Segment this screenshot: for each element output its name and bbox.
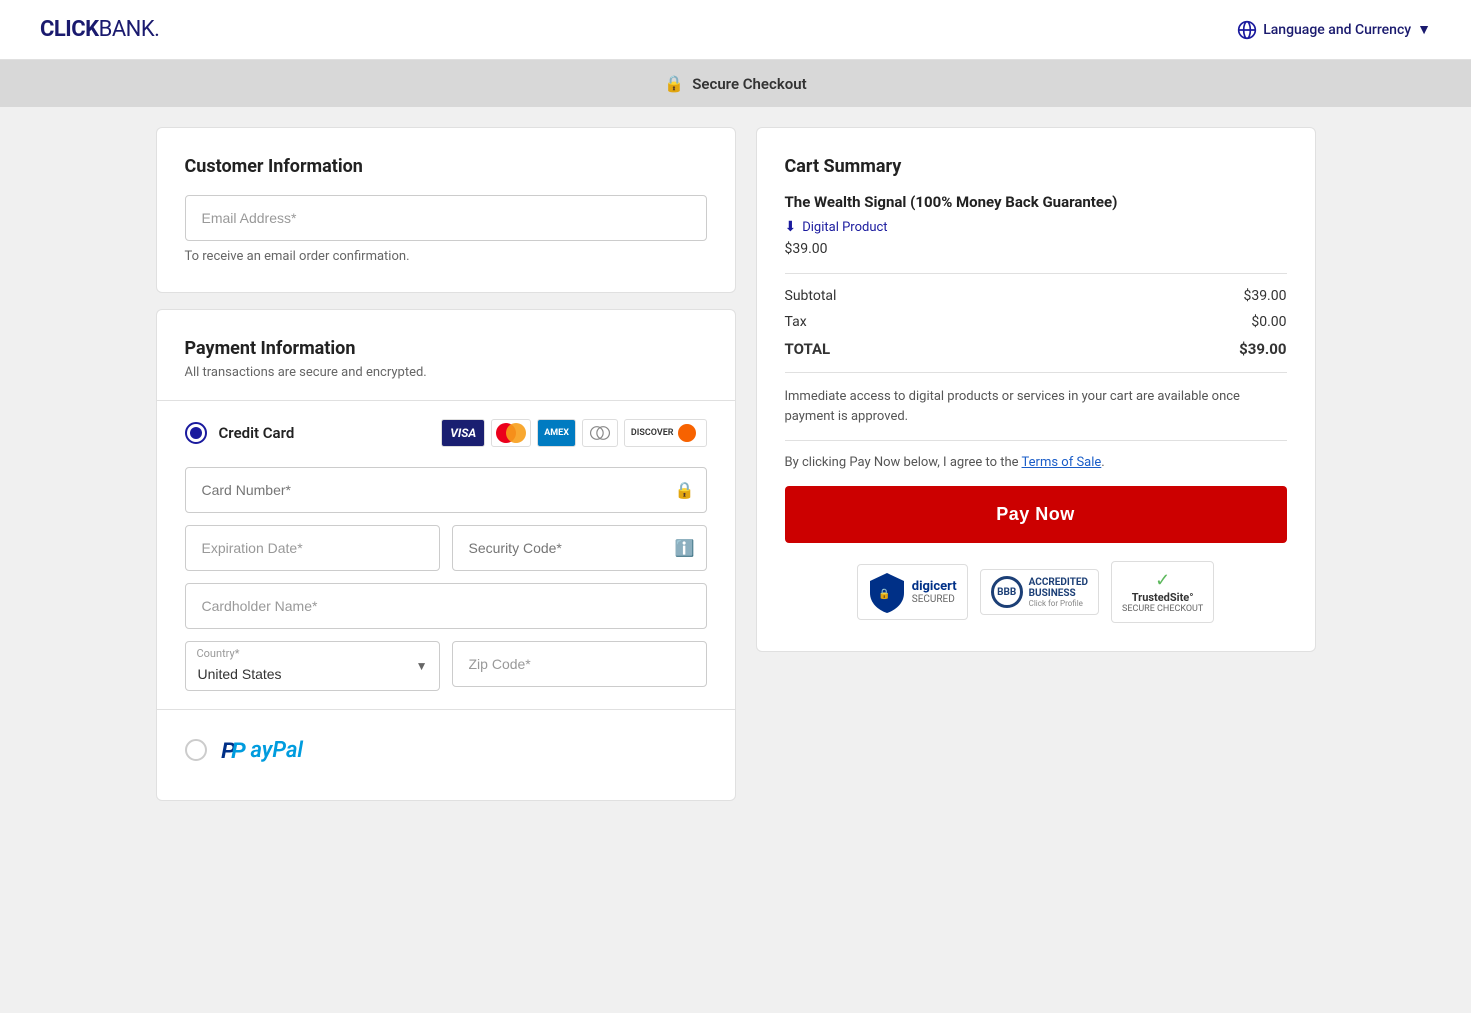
info-icon: ℹ️ bbox=[675, 539, 695, 558]
tax-label: Tax bbox=[785, 314, 807, 330]
trusted-check-icon: ✓ bbox=[1122, 570, 1203, 591]
cart-summary-title: Cart Summary bbox=[785, 156, 1287, 177]
email-helper-text: To receive an email order confirmation. bbox=[185, 249, 707, 264]
svg-text:P: P bbox=[231, 738, 246, 763]
exp-security-row: ℹ️ bbox=[185, 525, 707, 571]
left-column: Customer Information To receive an email… bbox=[156, 127, 736, 801]
payment-divider bbox=[157, 400, 735, 401]
cardholder-name-input[interactable] bbox=[185, 583, 707, 629]
radio-inner-dot bbox=[190, 427, 202, 439]
paypal-option[interactable]: P P ayPal bbox=[185, 728, 707, 772]
pay-now-button[interactable]: Pay Now bbox=[785, 486, 1287, 543]
bbb-badge[interactable]: BBB ACCREDITED BUSINESS Click for Profil… bbox=[980, 569, 1099, 615]
lang-currency-label: Language and Currency bbox=[1263, 22, 1411, 38]
credit-card-radio[interactable] bbox=[185, 422, 207, 444]
terms-of-sale-link[interactable]: Terms of Sale bbox=[1022, 455, 1102, 470]
bbb-info: ACCREDITED BUSINESS Click for Profile bbox=[1029, 577, 1088, 608]
zip-wrapper bbox=[452, 641, 707, 691]
cart-divider-1 bbox=[785, 273, 1287, 274]
payment-subtitle: All transactions are secure and encrypte… bbox=[185, 365, 707, 380]
subtotal-label: Subtotal bbox=[785, 288, 837, 304]
logo-bank: BANK. bbox=[99, 17, 160, 42]
logo[interactable]: CLICKBANK. bbox=[40, 17, 159, 42]
total-value: $39.00 bbox=[1239, 340, 1286, 358]
cart-divider-2 bbox=[785, 372, 1287, 373]
cart-summary-card: Cart Summary The Wealth Signal (100% Mon… bbox=[756, 127, 1316, 652]
product-name: The Wealth Signal (100% Money Back Guara… bbox=[785, 193, 1287, 211]
cardholder-name-wrapper bbox=[185, 583, 707, 629]
country-wrapper: Country* United States Canada United Kin… bbox=[185, 641, 440, 691]
diners-icon bbox=[582, 419, 618, 447]
paypal-radio[interactable] bbox=[185, 739, 207, 761]
trustedsite-sub: SECURE CHECKOUT bbox=[1122, 604, 1203, 614]
zip-input[interactable] bbox=[452, 641, 707, 687]
digicert-sub: SECURED bbox=[912, 594, 957, 605]
card-lock-icon: 🔒 bbox=[675, 481, 695, 500]
security-code-wrapper: ℹ️ bbox=[452, 525, 707, 571]
secure-checkout-banner: 🔒 Secure Checkout bbox=[0, 60, 1471, 107]
bbb-accredited: ACCREDITED bbox=[1029, 577, 1088, 588]
security-code-input[interactable] bbox=[452, 525, 707, 571]
trust-badges: 🔒 digicert SECURED BBB ACCREDITED BUSINE… bbox=[785, 561, 1287, 623]
cart-divider-3 bbox=[785, 440, 1287, 441]
digicert-name: digicert bbox=[912, 579, 957, 594]
card-number-wrapper: 🔒 bbox=[185, 467, 707, 513]
visa-icon: VISA bbox=[441, 419, 485, 447]
chevron-down-icon: ▼ bbox=[1417, 21, 1431, 38]
card-icons: VISA AMEX bbox=[441, 419, 706, 447]
logo-click: CLICK bbox=[40, 17, 99, 42]
digital-product-label: Digital Product bbox=[802, 220, 887, 235]
language-currency-button[interactable]: Language and Currency ▼ bbox=[1237, 20, 1431, 40]
digital-product: ⬇ Digital Product bbox=[785, 219, 1287, 235]
header: CLICKBANK. Language and Currency ▼ bbox=[0, 0, 1471, 60]
globe-icon bbox=[1237, 20, 1257, 40]
email-input[interactable] bbox=[185, 195, 707, 241]
digicert-shield-icon: 🔒 bbox=[868, 571, 906, 613]
digicert-badge[interactable]: 🔒 digicert SECURED bbox=[857, 564, 968, 620]
tax-value: $0.00 bbox=[1251, 314, 1286, 330]
expiration-input[interactable] bbox=[185, 525, 440, 571]
subtotal-row: Subtotal $39.00 bbox=[785, 288, 1287, 304]
amex-icon: AMEX bbox=[537, 419, 576, 447]
credit-card-label: Credit Card bbox=[219, 424, 295, 442]
lock-icon: 🔒 bbox=[664, 74, 684, 93]
access-note: Immediate access to digital products or … bbox=[785, 387, 1287, 426]
total-row: TOTAL $39.00 bbox=[785, 340, 1287, 358]
discover-icon: DISCOVER bbox=[624, 419, 707, 447]
right-column: Cart Summary The Wealth Signal (100% Mon… bbox=[756, 127, 1316, 652]
paypal-p-icon: P P bbox=[219, 736, 247, 764]
bbb-circle: BBB bbox=[991, 576, 1023, 608]
download-icon: ⬇ bbox=[785, 219, 797, 235]
country-label: Country* bbox=[197, 647, 240, 660]
paypal-text: ayPal bbox=[251, 738, 303, 763]
mastercard-icon bbox=[491, 419, 531, 447]
trustedsite-badge[interactable]: ✓ TrustedSite° SECURE CHECKOUT bbox=[1111, 561, 1214, 623]
bbb-business: BUSINESS bbox=[1029, 588, 1088, 599]
paypal-divider bbox=[157, 709, 735, 710]
expiration-wrapper bbox=[185, 525, 440, 571]
tax-row: Tax $0.00 bbox=[785, 314, 1287, 330]
svg-text:🔒: 🔒 bbox=[878, 588, 890, 600]
terms-note: By clicking Pay Now below, I agree to th… bbox=[785, 455, 1287, 470]
terms-prefix: By clicking Pay Now below, I agree to th… bbox=[785, 455, 1022, 470]
subtotal-value: $39.00 bbox=[1243, 288, 1286, 304]
card-number-input[interactable] bbox=[185, 467, 707, 513]
customer-info-title: Customer Information bbox=[185, 156, 707, 177]
secure-checkout-label: Secure Checkout bbox=[692, 75, 806, 93]
bbb-seal: BBB ACCREDITED BUSINESS Click for Profil… bbox=[991, 576, 1088, 608]
main-content: Customer Information To receive an email… bbox=[136, 127, 1336, 801]
payment-info-card: Payment Information All transactions are… bbox=[156, 309, 736, 801]
total-label: TOTAL bbox=[785, 340, 831, 358]
bbb-click: Click for Profile bbox=[1029, 599, 1088, 608]
credit-card-option[interactable]: Credit Card VISA AMEX bbox=[185, 419, 707, 447]
payment-info-title: Payment Information bbox=[185, 338, 707, 359]
terms-suffix: . bbox=[1101, 455, 1104, 470]
trustedsite-name: TrustedSite° bbox=[1122, 591, 1203, 604]
customer-info-card: Customer Information To receive an email… bbox=[156, 127, 736, 293]
country-zip-row: Country* United States Canada United Kin… bbox=[185, 641, 707, 691]
product-price: $39.00 bbox=[785, 241, 1287, 257]
paypal-logo: P P ayPal bbox=[219, 736, 303, 764]
